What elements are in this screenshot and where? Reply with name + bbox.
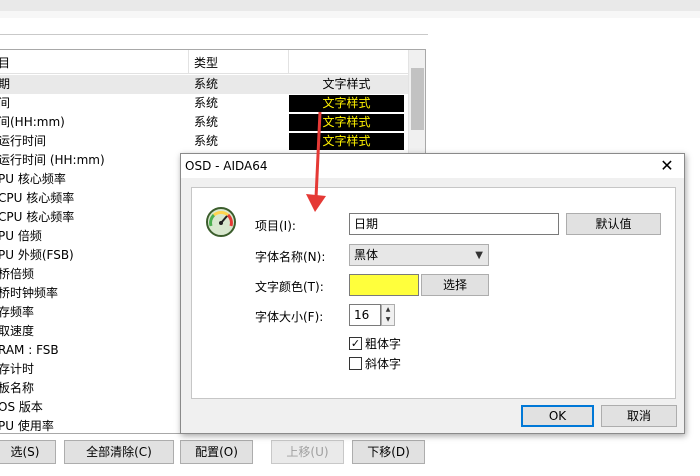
font-name-label: 字体名称(N): bbox=[255, 250, 326, 264]
text-color-swatch[interactable] bbox=[349, 274, 419, 296]
speedometer-icon bbox=[206, 207, 236, 237]
row-item-name: 取速度 bbox=[0, 324, 35, 338]
font-name-select[interactable]: 黑体 ▼ bbox=[349, 244, 489, 266]
row-item-type: 系统 bbox=[194, 115, 219, 129]
dialog-content-panel: 项目(I): 日期 默认值 字体名称(N): 黑体 ▼ 文字颜色(T): 选择 … bbox=[191, 187, 676, 399]
ok-button[interactable]: OK bbox=[521, 405, 594, 427]
row-item-name: CPU 核心频率 bbox=[0, 191, 75, 205]
row-item-name: 运行时间 (HH:mm) bbox=[0, 153, 105, 167]
row-item-name: 桥倍频 bbox=[0, 267, 35, 281]
column-separator[interactable] bbox=[288, 50, 289, 74]
close-icon[interactable]: ✕ bbox=[651, 155, 683, 177]
row-item-name: 间 bbox=[0, 94, 10, 113]
font-name-value: 黑体 bbox=[354, 248, 379, 262]
default-value-button[interactable]: 默认值 bbox=[566, 213, 661, 235]
row-item-type: 系统 bbox=[194, 134, 219, 148]
move-down-button[interactable]: 下移(D) bbox=[352, 440, 425, 464]
row-item-name: CPU 核心频率 bbox=[0, 210, 75, 224]
table-row[interactable]: 期 系统 文字样式 bbox=[0, 75, 408, 94]
column-header-type[interactable]: 类型 bbox=[194, 54, 218, 71]
item-label: 项目(I): bbox=[255, 219, 296, 233]
panel-divider bbox=[0, 34, 428, 35]
row-item-name: 运行时间 bbox=[0, 134, 47, 148]
table-row[interactable]: 间系统文字样式 bbox=[0, 94, 408, 113]
item-name-field[interactable]: 日期 bbox=[349, 213, 559, 235]
bold-label: 粗体字 bbox=[365, 337, 402, 351]
font-size-spinner[interactable]: ▲ ▼ bbox=[381, 304, 395, 326]
row-item-style: 文字样式 bbox=[322, 77, 371, 91]
choose-color-button[interactable]: 选择 bbox=[421, 274, 489, 296]
column-header-item[interactable]: 目 bbox=[0, 54, 10, 71]
font-size-field[interactable]: 16 bbox=[349, 304, 381, 326]
row-item-name: 间(HH:mm) bbox=[0, 115, 65, 129]
row-item-name: PU 核心频率 bbox=[0, 172, 66, 186]
row-item-name: 存计时 bbox=[0, 362, 35, 376]
row-item-name: RAM : FSB bbox=[0, 343, 59, 357]
move-up-button[interactable]: 上移(U) bbox=[271, 440, 344, 464]
table-row[interactable]: 间(HH:mm) 系统 文字样式 bbox=[0, 113, 408, 132]
list-header: 目 类型 bbox=[0, 50, 408, 74]
row-item-type: 系统 bbox=[194, 77, 219, 91]
text-color-label: 文字颜色(T): bbox=[255, 280, 324, 294]
dialog-titlebar[interactable]: OSD - AIDA64 ✕ bbox=[181, 154, 684, 178]
row-item-name: PU 使用率 bbox=[0, 419, 54, 433]
italic-label: 斜体字 bbox=[365, 357, 402, 371]
bold-checkbox[interactable]: ✓ bbox=[349, 337, 362, 350]
cancel-button[interactable]: 取消 bbox=[601, 405, 677, 427]
table-row[interactable]: 运行时间 系统 文字样式 bbox=[0, 132, 408, 151]
top-toolbar-band bbox=[0, 0, 700, 11]
top-toolbar-band-lower bbox=[0, 11, 700, 18]
spin-down-icon[interactable]: ▼ bbox=[382, 315, 394, 325]
scrollbar-thumb[interactable] bbox=[411, 68, 424, 130]
row-item-name: 存频率 bbox=[0, 305, 35, 319]
row-item-name: PU 倍频 bbox=[0, 229, 42, 243]
annotation-arrow-icon bbox=[306, 111, 326, 212]
column-separator[interactable] bbox=[188, 50, 189, 74]
clear-all-button[interactable]: 全部清除(C) bbox=[64, 440, 174, 464]
row-item-type: 系统 bbox=[194, 96, 219, 110]
chevron-down-icon: ▼ bbox=[475, 250, 483, 261]
row-item-name: 桥时钟频率 bbox=[0, 286, 59, 300]
select-button[interactable]: 选(S) bbox=[0, 440, 56, 464]
row-item-name: PU 外频(FSB) bbox=[0, 248, 74, 262]
row-item-name: OS 版本 bbox=[0, 400, 43, 414]
osd-dialog: OSD - AIDA64 ✕ 项目(I): 日期 默认值 字体名称(N): 黑体… bbox=[180, 153, 685, 434]
dialog-title: OSD - AIDA64 bbox=[185, 159, 268, 173]
config-button[interactable]: 配置(O) bbox=[180, 440, 253, 464]
spin-up-icon[interactable]: ▲ bbox=[382, 305, 394, 315]
row-item-name: 板名称 bbox=[0, 381, 35, 395]
font-size-label: 字体大小(F): bbox=[255, 310, 324, 324]
italic-checkbox[interactable] bbox=[349, 357, 362, 370]
row-item-name: 期 bbox=[0, 75, 10, 94]
